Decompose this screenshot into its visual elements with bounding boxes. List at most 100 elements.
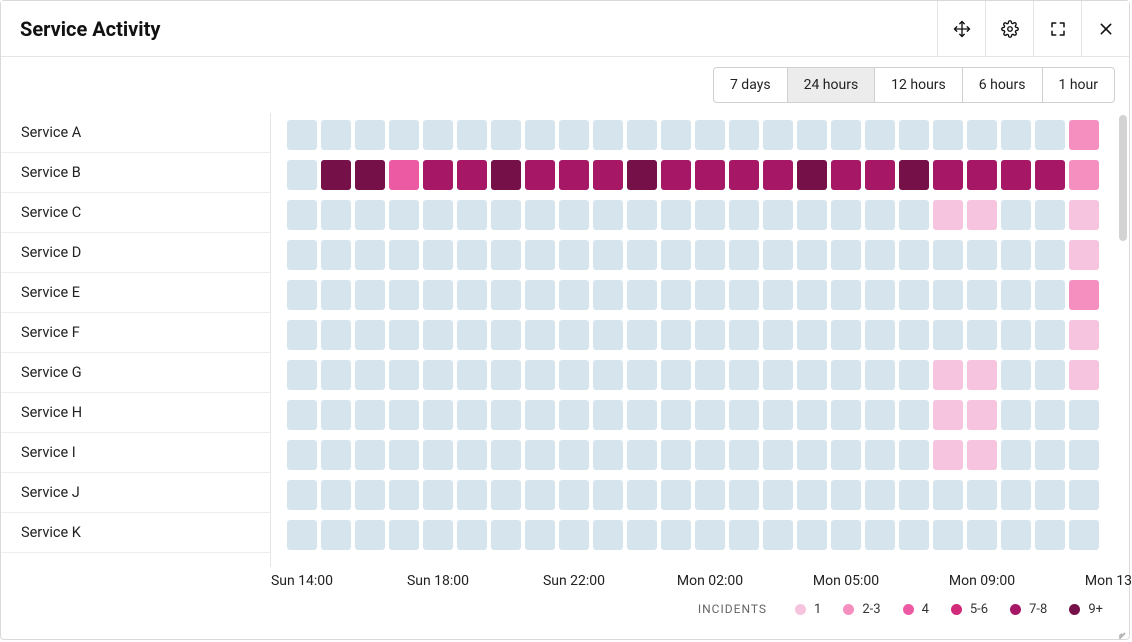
heatmap-cell[interactable] [1035, 120, 1065, 150]
heatmap-cell[interactable] [899, 440, 929, 470]
heatmap-cell[interactable] [457, 360, 487, 390]
heatmap-cell[interactable] [593, 520, 623, 550]
heatmap-cell[interactable] [661, 120, 691, 150]
heatmap-cell[interactable] [831, 240, 861, 270]
heatmap-cell[interactable] [695, 120, 725, 150]
heatmap-cell[interactable] [1001, 480, 1031, 510]
heatmap-cell[interactable] [389, 120, 419, 150]
service-row[interactable]: Service H [1, 393, 270, 433]
heatmap-cell[interactable] [1001, 440, 1031, 470]
heatmap-cell[interactable] [1069, 320, 1099, 350]
heatmap-cell[interactable] [423, 400, 453, 430]
service-row[interactable]: Service A [1, 113, 270, 153]
heatmap-cell[interactable] [865, 480, 895, 510]
heatmap-cell[interactable] [1001, 360, 1031, 390]
heatmap-cell[interactable] [797, 320, 827, 350]
heatmap-cell[interactable] [865, 400, 895, 430]
heatmap-cell[interactable] [559, 360, 589, 390]
heatmap-cell[interactable] [423, 240, 453, 270]
heatmap-cell[interactable] [559, 200, 589, 230]
heatmap-cell[interactable] [661, 200, 691, 230]
heatmap-cell[interactable] [729, 440, 759, 470]
service-row[interactable]: Service F [1, 313, 270, 353]
heatmap-cell[interactable] [967, 280, 997, 310]
heatmap-cell[interactable] [1069, 200, 1099, 230]
heatmap-cell[interactable] [831, 520, 861, 550]
heatmap-cell[interactable] [559, 240, 589, 270]
heatmap-cell[interactable] [729, 200, 759, 230]
heatmap-cell[interactable] [559, 120, 589, 150]
heatmap-cell[interactable] [423, 440, 453, 470]
heatmap-cell[interactable] [321, 360, 351, 390]
heatmap-cell[interactable] [491, 400, 521, 430]
heatmap-cell[interactable] [389, 480, 419, 510]
heatmap-cell[interactable] [899, 400, 929, 430]
heatmap-cell[interactable] [763, 200, 793, 230]
heatmap-cell[interactable] [287, 520, 317, 550]
heatmap-cell[interactable] [1035, 160, 1065, 190]
time-range-1-hour[interactable]: 1 hour [1042, 67, 1116, 103]
heatmap-cell[interactable] [1001, 240, 1031, 270]
heatmap-cell[interactable] [831, 280, 861, 310]
heatmap-cell[interactable] [389, 520, 419, 550]
heatmap-cell[interactable] [355, 360, 385, 390]
heatmap-cell[interactable] [695, 400, 725, 430]
heatmap-cell[interactable] [1035, 240, 1065, 270]
heatmap-cell[interactable] [491, 160, 521, 190]
heatmap-cell[interactable] [457, 400, 487, 430]
heatmap-cell[interactable] [695, 320, 725, 350]
heatmap-cell[interactable] [491, 360, 521, 390]
heatmap-cell[interactable] [559, 320, 589, 350]
heatmap-cell[interactable] [967, 440, 997, 470]
heatmap-cell[interactable] [525, 360, 555, 390]
heatmap-cell[interactable] [933, 120, 963, 150]
heatmap-cell[interactable] [491, 520, 521, 550]
heatmap-cell[interactable] [797, 160, 827, 190]
heatmap-cell[interactable] [899, 120, 929, 150]
heatmap-cell[interactable] [287, 360, 317, 390]
heatmap-cell[interactable] [1069, 160, 1099, 190]
heatmap-cell[interactable] [797, 120, 827, 150]
heatmap-cell[interactable] [525, 400, 555, 430]
time-range-12-hours[interactable]: 12 hours [874, 67, 963, 103]
heatmap-cell[interactable] [321, 520, 351, 550]
heatmap-cell[interactable] [491, 480, 521, 510]
heatmap-cell[interactable] [763, 520, 793, 550]
heatmap-cell[interactable] [355, 320, 385, 350]
heatmap-cell[interactable] [661, 280, 691, 310]
heatmap-cell[interactable] [321, 480, 351, 510]
heatmap-cell[interactable] [933, 520, 963, 550]
heatmap-cell[interactable] [287, 400, 317, 430]
heatmap-cell[interactable] [729, 360, 759, 390]
heatmap-cell[interactable] [763, 400, 793, 430]
heatmap-cell[interactable] [1001, 400, 1031, 430]
heatmap-cell[interactable] [457, 280, 487, 310]
heatmap-cell[interactable] [695, 480, 725, 510]
heatmap-cell[interactable] [729, 280, 759, 310]
heatmap-cell[interactable] [729, 120, 759, 150]
heatmap-cell[interactable] [831, 440, 861, 470]
heatmap-cell[interactable] [423, 480, 453, 510]
heatmap-cell[interactable] [355, 520, 385, 550]
heatmap-cell[interactable] [525, 120, 555, 150]
heatmap-cell[interactable] [1035, 200, 1065, 230]
heatmap-cell[interactable] [661, 400, 691, 430]
heatmap-cell[interactable] [321, 400, 351, 430]
heatmap-cell[interactable] [967, 480, 997, 510]
service-row[interactable]: Service D [1, 233, 270, 273]
heatmap-cell[interactable] [423, 520, 453, 550]
heatmap-cell[interactable] [933, 480, 963, 510]
heatmap-cell[interactable] [287, 440, 317, 470]
heatmap-cell[interactable] [593, 360, 623, 390]
heatmap-cell[interactable] [287, 160, 317, 190]
heatmap-cell[interactable] [729, 520, 759, 550]
heatmap-cell[interactable] [933, 360, 963, 390]
heatmap-cell[interactable] [899, 320, 929, 350]
heatmap-cell[interactable] [321, 120, 351, 150]
heatmap-cell[interactable] [491, 240, 521, 270]
heatmap-cell[interactable] [457, 320, 487, 350]
heatmap-cell[interactable] [933, 200, 963, 230]
heatmap-cell[interactable] [831, 160, 861, 190]
heatmap-cell[interactable] [389, 280, 419, 310]
heatmap-cell[interactable] [1001, 320, 1031, 350]
